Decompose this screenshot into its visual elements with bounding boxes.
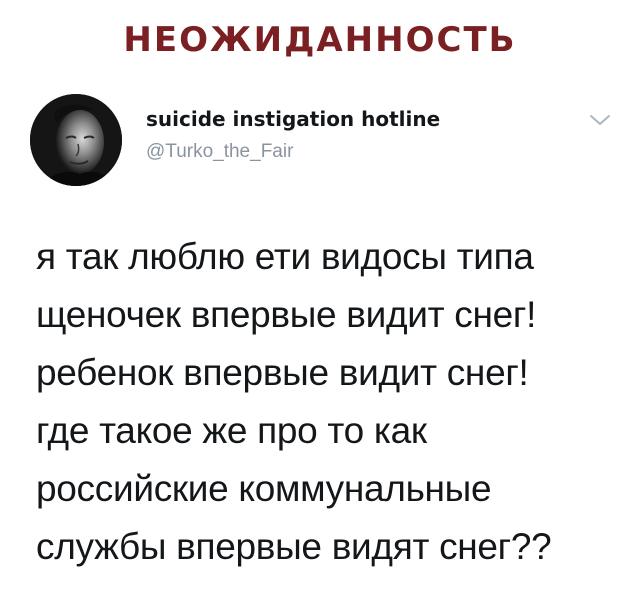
tweet-text-line: щеночек впервые видит снег! (36, 294, 537, 335)
chevron-down-icon[interactable] (588, 112, 612, 128)
tweet-text-line: службы впервые видят снег?? (36, 526, 552, 567)
tweet-text: я так люблю ети видосы типа щеночек впер… (36, 228, 626, 576)
tweet-text-line: российские коммунальные (36, 468, 492, 509)
author-name[interactable]: suicide instigation hotline (146, 107, 440, 131)
tweet-card: suicide instigation hotline @Turko_the_F… (0, 84, 640, 610)
tweet-text-line: где такое же про то как (36, 410, 427, 451)
tweet-text-line: я так люблю ети видосы типа (36, 236, 534, 277)
meme-header-title: НЕОЖИДАННОСТЬ (123, 20, 517, 60)
author-handle[interactable]: @Turko_the_Fair (146, 141, 293, 163)
tweet-text-line: ребенок впервые видит снег! (36, 352, 529, 393)
avatar-photo-icon (30, 94, 122, 186)
avatar[interactable] (30, 94, 122, 186)
